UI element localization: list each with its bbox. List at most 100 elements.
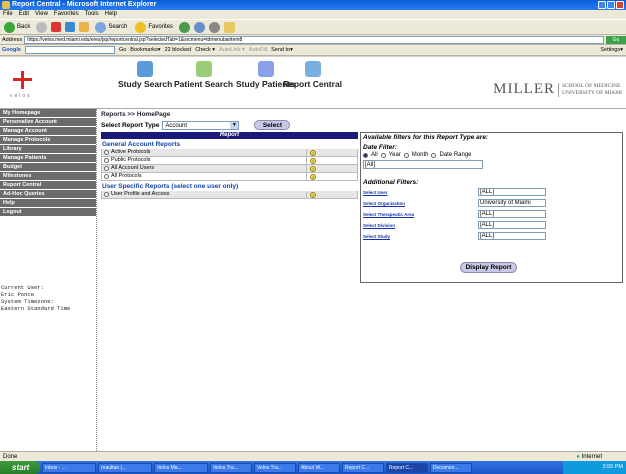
- minimize-button[interactable]: [598, 1, 606, 9]
- sidebar-item-manage-protocols[interactable]: Manage Protocols: [0, 136, 96, 145]
- nav-patient-search[interactable]: Patient Search: [174, 61, 233, 89]
- settings-button[interactable]: Settings▾: [600, 45, 626, 56]
- sidebar-item-budget[interactable]: Budget: [0, 163, 96, 172]
- report-radio[interactable]: [104, 166, 109, 171]
- current-user-name: Eric Ponce: [1, 291, 35, 298]
- sidebar-item-personalize[interactable]: Personalize Account: [0, 118, 96, 127]
- taskbar-item[interactable]: Velos Tra...: [210, 462, 252, 473]
- search-button[interactable]: Search: [93, 21, 129, 34]
- select-user-link[interactable]: Select User: [363, 190, 478, 195]
- report-row[interactable]: Active Protocols ?: [101, 149, 358, 157]
- date-filter-input[interactable]: [All]: [363, 160, 483, 169]
- taskbar-item[interactable]: Velos Ma...: [154, 462, 208, 473]
- sidebar-item-help[interactable]: Help: [0, 199, 96, 208]
- autolink-button[interactable]: AutoLink ▾: [219, 45, 245, 56]
- sidebar-item-homepage[interactable]: My Homepage: [0, 109, 96, 118]
- maximize-button[interactable]: [607, 1, 615, 9]
- back-button[interactable]: Back: [2, 21, 32, 34]
- url-input[interactable]: https://velos.med.miami.edu/eres/jsp/rep…: [24, 35, 604, 44]
- sidebar-item-adhoc-queries[interactable]: Ad-Hoc Queries: [0, 190, 96, 199]
- sidebar-item-milestones[interactable]: Milestones: [0, 172, 96, 181]
- menu-file[interactable]: File: [3, 10, 13, 19]
- help-icon[interactable]: ?: [310, 149, 316, 156]
- nav-report-central[interactable]: Report Central: [283, 61, 342, 89]
- taskbar: start Inbox - ... rnaultan (... Velos Ma…: [0, 461, 626, 474]
- date-radio-month[interactable]: [403, 152, 409, 158]
- select-button[interactable]: Select: [254, 120, 291, 130]
- menu-help[interactable]: Help: [105, 10, 117, 19]
- back-label: Back: [17, 24, 31, 30]
- select-organization-link[interactable]: Select Organization: [363, 201, 478, 206]
- report-type-select[interactable]: Account ▼: [162, 120, 240, 130]
- favorites-button[interactable]: Favorites: [133, 21, 175, 34]
- popup-blocked-button[interactable]: 22 blocked: [165, 45, 192, 56]
- report-row[interactable]: All Protocols ?: [101, 173, 358, 181]
- menu-tools[interactable]: Tools: [85, 10, 99, 19]
- help-icon[interactable]: ?: [310, 165, 316, 172]
- sidebar-item-logout[interactable]: Logout: [0, 208, 96, 217]
- date-radio-all[interactable]: [363, 152, 368, 158]
- help-icon[interactable]: ?: [310, 173, 316, 180]
- send-to-button[interactable]: Send to▾: [271, 45, 293, 56]
- menu-favorites[interactable]: Favorites: [54, 10, 79, 19]
- display-report-button[interactable]: Display Report: [460, 262, 517, 273]
- autofill-button[interactable]: AutoFill: [249, 45, 267, 56]
- google-logo: Google: [2, 46, 21, 53]
- taskbar-item[interactable]: Documen...: [430, 462, 472, 473]
- history-icon[interactable]: [179, 21, 191, 33]
- report-radio[interactable]: [104, 150, 109, 155]
- menu-view[interactable]: View: [35, 10, 48, 19]
- start-button[interactable]: start: [0, 461, 40, 474]
- therapeutic-area-filter-input[interactable]: [ALL]: [478, 210, 546, 218]
- stop-icon[interactable]: [51, 22, 62, 32]
- print-icon[interactable]: [209, 21, 221, 33]
- taskbar-item[interactable]: Velos Tra...: [254, 462, 296, 473]
- date-radio-range[interactable]: [431, 152, 437, 158]
- report-row[interactable]: All Account Users ?: [101, 165, 358, 173]
- google-go-button[interactable]: Go: [119, 45, 126, 56]
- report-row[interactable]: Public Protocols ?: [101, 157, 358, 165]
- select-division-link[interactable]: Select Division: [363, 223, 478, 228]
- refresh-icon[interactable]: [65, 22, 76, 32]
- folder-icon[interactable]: [224, 21, 236, 33]
- taskbar-item[interactable]: About W...: [298, 462, 340, 473]
- report-label: All Account Users: [111, 165, 155, 171]
- search-label: Search: [108, 24, 128, 30]
- division-filter-input[interactable]: [ALL]: [478, 221, 546, 229]
- menu-edit[interactable]: Edit: [19, 10, 29, 19]
- study-filter-input[interactable]: [ALL]: [478, 232, 546, 240]
- mail-icon[interactable]: [194, 21, 206, 33]
- taskbar-item[interactable]: Inbox - ...: [42, 462, 96, 473]
- help-icon[interactable]: ?: [310, 157, 316, 164]
- breadcrumb: Reports >> HomePage: [101, 111, 171, 118]
- report-row[interactable]: User Profile and Access ?: [101, 191, 358, 199]
- select-therapeutic-area-link[interactable]: Select Therapeutic Area: [363, 212, 478, 217]
- sidebar-item-library[interactable]: Library: [0, 145, 96, 154]
- window-titlebar[interactable]: Report Central - Microsoft Internet Expl…: [0, 0, 626, 10]
- taskbar-item[interactable]: Report C...: [342, 462, 384, 473]
- report-radio[interactable]: [104, 174, 109, 179]
- report-icon: [304, 61, 321, 77]
- taskbar-item[interactable]: rnaultan (...: [98, 462, 152, 473]
- taskbar-item-active[interactable]: Report C...: [386, 462, 428, 473]
- close-button[interactable]: [616, 1, 624, 9]
- help-icon[interactable]: ?: [310, 191, 316, 198]
- sidebar-item-manage-patients[interactable]: Manage Patients: [0, 154, 96, 163]
- google-search-input[interactable]: [24, 46, 115, 54]
- filter-row-therapeutic-area: Select Therapeutic Area [ALL]: [361, 209, 622, 219]
- user-filter-input[interactable]: [ALL]: [478, 188, 546, 196]
- select-study-link[interactable]: Select Study: [363, 234, 478, 239]
- report-radio[interactable]: [104, 192, 109, 197]
- organization-filter-input[interactable]: University of Miami: [478, 199, 546, 207]
- spell-check-button[interactable]: Check ▾: [195, 45, 215, 56]
- home-icon[interactable]: [79, 22, 90, 32]
- sidebar-item-report-central[interactable]: Report Central: [0, 181, 96, 190]
- miller-sub1: SCHOOL OF MEDICINE: [562, 82, 621, 89]
- sidebar-item-manage-account[interactable]: Manage Account: [0, 127, 96, 136]
- report-radio[interactable]: [104, 158, 109, 163]
- forward-arrow-icon[interactable]: [36, 21, 48, 33]
- date-radio-year[interactable]: [380, 152, 386, 158]
- nav-study-search[interactable]: Study Search: [118, 61, 172, 89]
- go-button[interactable]: Go: [606, 35, 626, 44]
- bookmarks-button[interactable]: Bookmarks▾: [130, 45, 160, 56]
